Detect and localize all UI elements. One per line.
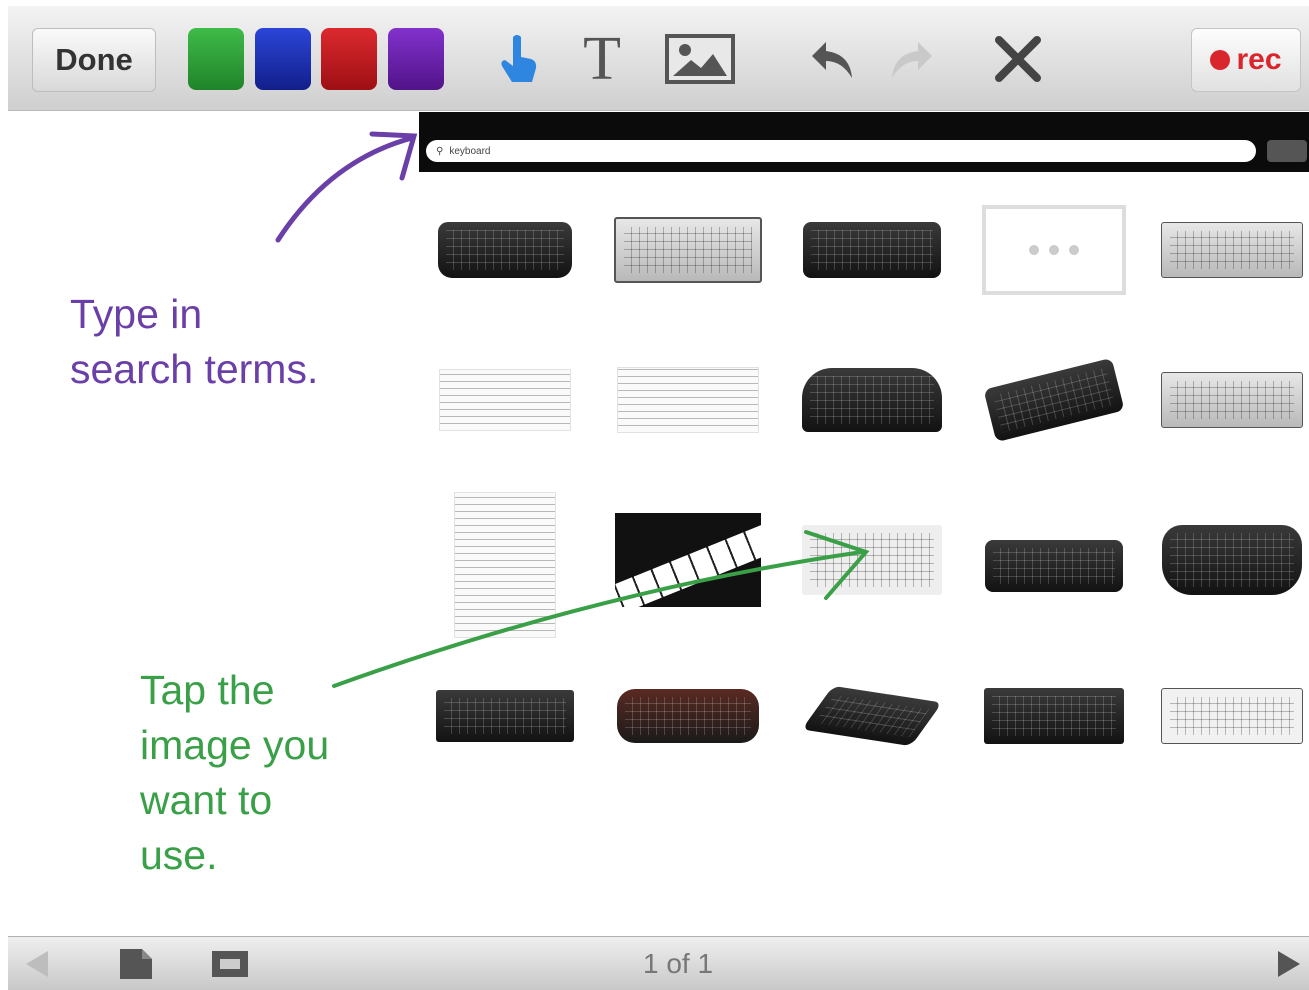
annotation-line: search terms. (70, 346, 319, 392)
annotation-line: want to (140, 777, 273, 823)
annotation-search-terms: Type in search terms. (70, 287, 318, 397)
next-page-icon[interactable] (1274, 949, 1304, 984)
annotation-line: image you (140, 722, 330, 768)
new-page-icon[interactable] (116, 947, 160, 986)
annotation-line: Type in (70, 291, 203, 337)
purple-arrow (275, 131, 418, 243)
annotation-tap-image: Tap the image you want to use. (140, 663, 329, 883)
annotation-line: Tap the (140, 667, 275, 713)
duplicate-page-icon[interactable] (208, 947, 252, 986)
previous-page-icon[interactable] (22, 949, 52, 984)
bottom-toolbar: 1 of 1 (8, 936, 1309, 990)
green-arrow (332, 530, 870, 688)
page-indicator: 1 of 1 (642, 947, 714, 979)
annotation-line: use. (140, 832, 218, 878)
